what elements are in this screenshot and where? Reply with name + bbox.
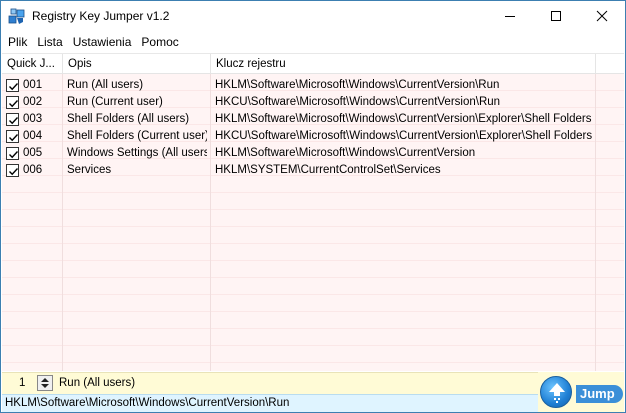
row-registry-key: HKLM\Software\Microsoft\Windows\CurrentV… [215,147,476,159]
checkmark-icon [9,151,19,159]
row-registry-key: HKCU\Software\Microsoft\Windows\CurrentV… [215,130,593,142]
row-number: 005 [23,147,43,159]
list-rows: 001 Run (All users) HKLM\Software\Micros… [2,77,624,179]
jump-arrow-icon [540,376,572,408]
maximize-button[interactable] [533,1,579,31]
status-bar: HKLM\Software\Microsoft\Windows\CurrentV… [2,394,538,412]
minimize-icon [505,16,515,17]
app-window: Registry Key Jumper v1.2 Plik Lista Usta… [0,0,626,413]
row-description: Shell Folders (All users) [67,113,190,125]
checkmark-icon [9,83,19,91]
row-checkbox[interactable] [6,130,19,143]
row-checkbox[interactable] [6,113,19,126]
title-bar[interactable]: Registry Key Jumper v1.2 [1,1,625,31]
menu-plik[interactable]: Plik [1,32,32,51]
list-item[interactable]: 001 Run (All users) HKLM\Software\Micros… [2,77,624,94]
close-icon [596,10,608,22]
row-description: Run (Current user) [67,96,163,108]
list-item[interactable]: 005 Windows Settings (All users) HKLM\So… [2,145,624,162]
minimize-button[interactable] [487,1,533,31]
registry-key-list[interactable]: Quick J... Opis Klucz rejestru 001 Run (… [2,53,624,371]
status-registry-path: HKLM\Software\Microsoft\Windows\CurrentV… [5,397,290,409]
row-number: 004 [23,130,43,142]
row-registry-key: HKLM\Software\Microsoft\Windows\CurrentV… [215,79,500,91]
row-number: 003 [23,113,43,125]
close-button[interactable] [579,1,625,31]
row-registry-key: HKCU\Software\Microsoft\Windows\CurrentV… [215,96,501,108]
list-item[interactable]: 006 Services HKLM\SYSTEM\CurrentControlS… [2,162,624,179]
checkmark-icon [9,168,19,176]
row-checkbox[interactable] [6,79,19,92]
jump-description: Run (All users) [59,377,136,389]
row-checkbox[interactable] [6,96,19,109]
registry-cubes-icon [8,7,26,25]
list-item[interactable]: 002 Run (Current user) HKCU\Software\Mic… [2,94,624,111]
maximize-icon [551,11,561,21]
row-description: Shell Folders (Current user) [67,130,207,142]
row-number: 006 [23,164,43,176]
checkmark-icon [9,100,19,108]
checkmark-icon [9,134,19,142]
menu-lista[interactable]: Lista [32,32,67,51]
menu-pomoc[interactable]: Pomoc [136,32,183,51]
column-header-registry-key[interactable]: Klucz rejestru [211,54,596,74]
list-item[interactable]: 003 Shell Folders (All users) HKLM\Softw… [2,111,624,128]
jump-number-input[interactable]: 1 [19,377,25,389]
row-checkbox[interactable] [6,147,19,160]
jump-button-label: Jump [576,385,623,403]
row-registry-key: HKLM\Software\Microsoft\Windows\CurrentV… [215,113,592,125]
row-description: Services [67,164,112,176]
menu-bar: Plik Lista Ustawienia Pomoc [1,32,625,51]
chevron-up-icon[interactable] [41,378,49,382]
row-description: Run (All users) [67,79,144,91]
quick-jump-bar: 1 Run (All users) [2,372,538,394]
chevron-down-icon[interactable] [41,384,49,388]
row-number: 002 [23,96,43,108]
jump-number-stepper[interactable] [37,375,53,391]
column-header-description[interactable]: Opis [63,54,211,74]
menu-ustawienia[interactable]: Ustawienia [68,32,137,51]
list-header: Quick J... Opis Klucz rejestru [2,54,624,74]
row-number: 001 [23,79,43,91]
checkmark-icon [9,117,19,125]
row-registry-key: HKLM\SYSTEM\CurrentControlSet\Services [215,164,441,176]
row-checkbox[interactable] [6,164,19,177]
list-item[interactable]: 004 Shell Folders (Current user) HKCU\So… [2,128,624,145]
row-description: Windows Settings (All users) [67,147,207,159]
column-header-quick-jump[interactable]: Quick J... [2,54,63,74]
window-title: Registry Key Jumper v1.2 [32,9,170,23]
jump-button[interactable]: Jump [538,372,624,412]
